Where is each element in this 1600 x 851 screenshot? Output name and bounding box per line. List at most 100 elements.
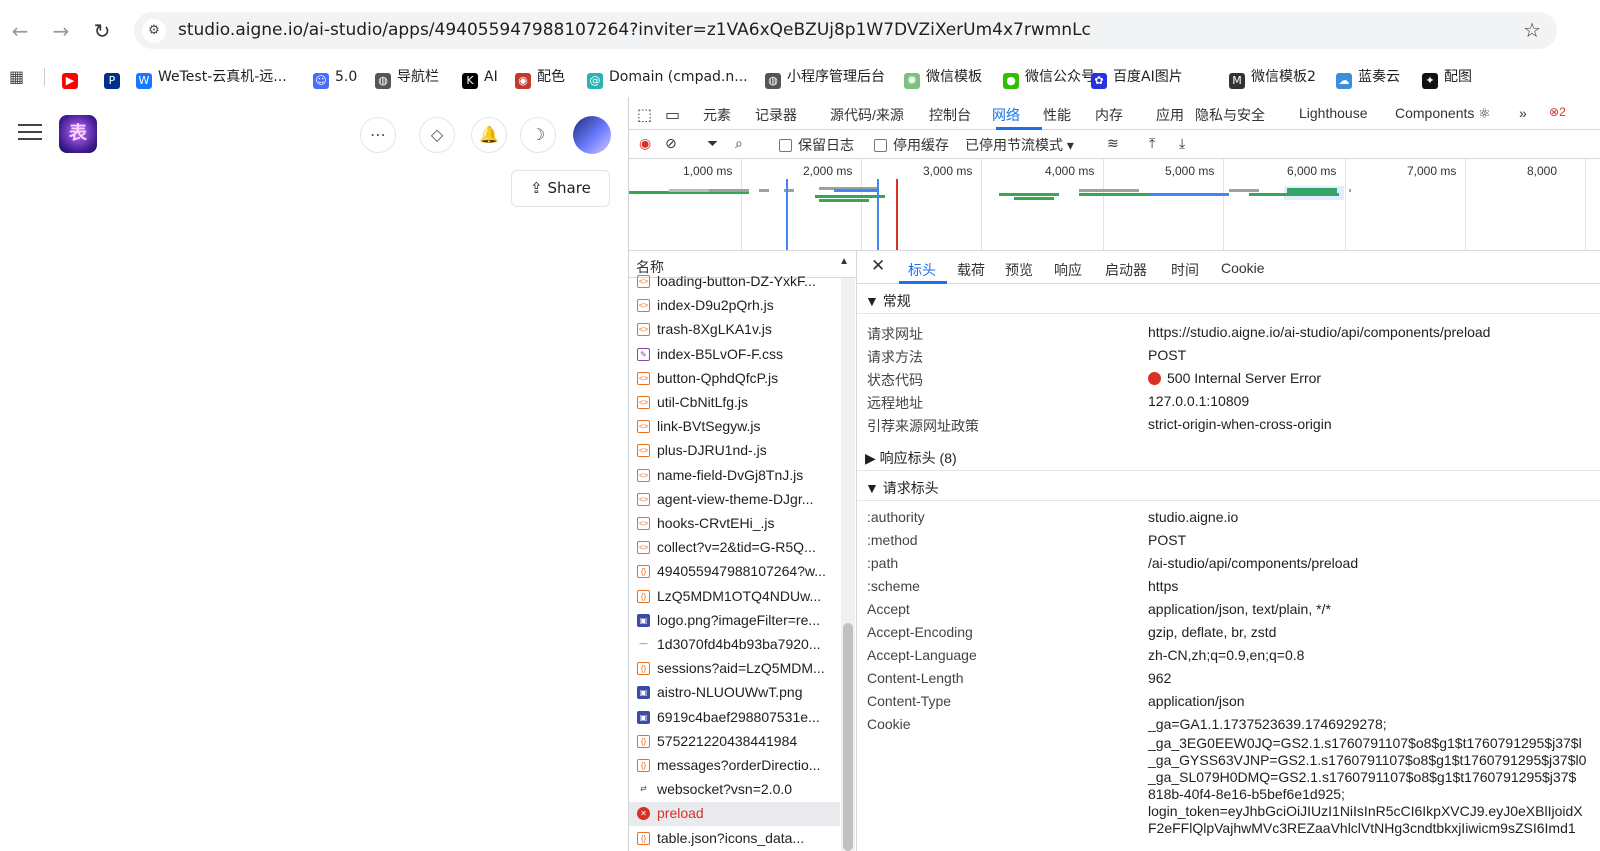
forward-arrow-icon[interactable]: → — [48, 18, 74, 44]
bookmark-item[interactable]: W WeTest-云真机-远... — [136, 66, 287, 89]
detail-tab[interactable]: 载荷 — [957, 260, 985, 280]
request-row[interactable]: {} 494055947988107264?w... — [629, 560, 840, 584]
more-tabs-icon[interactable]: » — [1519, 105, 1527, 121]
detail-tab[interactable]: 响应 — [1054, 260, 1082, 280]
app-logo[interactable]: 表 — [59, 115, 97, 153]
back-arrow-icon[interactable]: ← — [7, 18, 33, 44]
bookmark-item[interactable]: ✦ 配图 — [1422, 66, 1472, 89]
request-row[interactable]: <> link-BVtSegyw.js — [629, 415, 840, 439]
request-row[interactable]: ✕ preload — [629, 802, 840, 827]
header-value[interactable]: 962 — [1148, 670, 1171, 686]
inspect-icon[interactable]: ⬚ — [637, 105, 652, 125]
bookmark-item[interactable]: ◉ 配色 — [515, 66, 565, 89]
cookie-value-line[interactable]: _ga_GYSS63VJNP=GS2.1.s1760791107$o8$g1$t… — [1148, 752, 1586, 768]
devtools-tab[interactable]: 控制台 — [929, 105, 971, 125]
bookmark-item[interactable]: ✿ 百度AI图片 — [1091, 66, 1183, 89]
cookie-value-line[interactable]: F2eFFlQlpVajhwMVc3REZaaVhlclVtNHg3cndtbk… — [1148, 820, 1576, 836]
close-icon[interactable]: ✕ — [871, 256, 885, 276]
request-row[interactable]: ▣ 6919c4baef298807531e... — [629, 706, 840, 730]
bookmark-item[interactable]: ☺ 5.0 — [313, 66, 357, 89]
devtools-tab[interactable]: 源代码/来源 — [830, 105, 904, 125]
header-value[interactable]: gzip, deflate, br, zstd — [1148, 624, 1276, 640]
detail-tab[interactable]: Cookie — [1221, 260, 1265, 276]
devtools-tab[interactable]: 应用 — [1156, 105, 1184, 125]
cookie-value-line[interactable]: 818b-40f4-8e16-b5bef6e1d925; — [1148, 786, 1345, 802]
request-row[interactable]: <> hooks-CRvtEHi_.js — [629, 512, 840, 536]
request-row[interactable]: {} sessions?aid=LzQ5MDM... — [629, 657, 840, 681]
request-row[interactable]: ▣ logo.png?imageFilter=re... — [629, 609, 840, 633]
error-count-badge[interactable]: ⊗2 — [1549, 105, 1566, 119]
request-row[interactable]: <> util-CbNitLfg.js — [629, 391, 840, 415]
request-row[interactable]: {} 575221220438441984 — [629, 730, 840, 754]
preserve-log-checkbox[interactable]: 保留日志 — [779, 135, 854, 155]
device-toolbar-icon[interactable]: ▭ — [665, 105, 680, 125]
bookmark-item[interactable]: P — [104, 66, 126, 89]
export-icon[interactable]: ⤓ — [1179, 135, 1185, 152]
request-row[interactable]: <> plus-DJRU1nd-.js — [629, 439, 840, 463]
site-info-icon[interactable]: ⚙ — [142, 19, 166, 43]
header-value[interactable]: application/json, text/plain, */* — [1148, 601, 1331, 617]
bookmark-item[interactable]: K AI — [462, 66, 498, 89]
detail-tab[interactable]: 预览 — [1005, 260, 1033, 280]
header-value[interactable]: /ai-studio/api/components/preload — [1148, 555, 1358, 571]
detail-tab[interactable]: 标头 — [908, 260, 936, 280]
request-row[interactable]: — 1d3070fd4b4b93ba7920... — [629, 633, 840, 657]
network-conditions-icon[interactable]: ≋ — [1107, 135, 1119, 152]
bookmark-item[interactable]: ☁ 蓝奏云 — [1336, 66, 1400, 89]
request-row[interactable]: ▣ aistro-NLUOUWwT.png — [629, 681, 840, 705]
request-row[interactable]: <> name-field-DvGj8TnJ.js — [629, 464, 840, 488]
devtools-tab[interactable]: Lighthouse — [1299, 105, 1368, 121]
detail-tab[interactable]: 启动器 — [1105, 260, 1147, 280]
reload-icon[interactable]: ↻ — [89, 18, 115, 44]
cookie-value-line[interactable]: _ga_3EG0EEW0JQ=GS2.1.s1760791107$o8$g1$t… — [1148, 735, 1582, 751]
request-headers-section[interactable]: ▼ 请求标头 — [857, 471, 1600, 501]
bell-icon[interactable]: 🔔 — [471, 117, 507, 153]
devtools-tab[interactable]: 元素 — [703, 105, 731, 125]
cookie-value-line[interactable]: _ga_SL079H0DMQ=GS2.1.s1760791107$o8$g1$t… — [1148, 769, 1576, 785]
general-value[interactable]: POST — [1148, 347, 1186, 363]
throttle-select[interactable]: 已停用节流模式 ▾ — [965, 135, 1074, 155]
general-value[interactable]: strict-origin-when-cross-origin — [1148, 416, 1332, 432]
network-timeline[interactable]: 1,000 ms 2,000 ms 3,000 ms 4,000 ms 5,000 ms… — [629, 159, 1600, 251]
moon-icon[interactable]: ☽ — [520, 117, 556, 153]
request-row[interactable]: <> loading-button-DZ-YxkF... — [629, 270, 840, 294]
header-value[interactable]: POST — [1148, 532, 1186, 548]
bookmark-star-icon[interactable]: ☆ — [1523, 18, 1541, 42]
request-row[interactable]: <> collect?v=2&tid=G-R5Q... — [629, 536, 840, 560]
bookmark-item[interactable]: M 微信模板2 — [1229, 66, 1316, 89]
general-value[interactable]: https://studio.aigne.io/ai-studio/api/co… — [1148, 324, 1490, 340]
header-value[interactable]: _ga=GA1.1.1737523639.1746929278; — [1148, 716, 1387, 732]
request-row[interactable]: {} LzQ5MDM1OTQ4NDUw... — [629, 585, 840, 609]
bookmark-item[interactable]: ● 微信公众号 — [1003, 66, 1095, 89]
clear-icon[interactable]: ⊘ — [665, 135, 677, 152]
devtools-tab[interactable]: 性能 — [1043, 105, 1071, 125]
record-icon[interactable]: ◉ — [639, 135, 651, 152]
detail-tab[interactable]: 时间 — [1171, 260, 1199, 280]
bookmark-item[interactable]: ✺ 微信模板 — [904, 66, 982, 89]
request-row[interactable]: <> index-D9u2pQrh.js — [629, 294, 840, 318]
request-row[interactable]: ✎ index-B5LvOF-F.css — [629, 343, 840, 367]
response-headers-section[interactable]: ▶ 响应标头 (8) — [857, 441, 1600, 471]
import-icon[interactable]: ⤒ — [1149, 135, 1155, 152]
menu-icon[interactable] — [18, 124, 42, 142]
header-value[interactable]: application/json — [1148, 693, 1245, 709]
devtools-tab[interactable]: Components ⚛ — [1395, 105, 1491, 122]
url-text[interactable]: studio.aigne.io/ai-studio/apps/494055947… — [178, 20, 1091, 40]
request-row[interactable]: <> button-QphdQfcP.js — [629, 367, 840, 391]
bookmark-item[interactable]: ◍ 小程序管理后台 — [765, 66, 885, 89]
request-row[interactable]: ⇄ websocket?vsn=2.0.0 — [629, 778, 840, 802]
request-row[interactable]: {} messages?orderDirectio... — [629, 754, 840, 778]
devtools-tab[interactable]: 网络 — [992, 105, 1020, 125]
filter-icon[interactable]: ⏷ — [707, 135, 718, 152]
search-icon[interactable]: ⌕ — [735, 135, 743, 152]
request-row[interactable]: <> trash-8XgLKA1v.js — [629, 318, 840, 342]
more-icon[interactable]: ⋯ — [360, 117, 396, 153]
devtools-tab[interactable]: 内存 — [1095, 105, 1123, 125]
header-value[interactable]: zh-CN,zh;q=0.9,en;q=0.8 — [1148, 647, 1304, 663]
devtools-tab[interactable]: 记录器 — [755, 105, 797, 125]
bookmark-item[interactable]: ▶ — [62, 66, 84, 89]
header-value[interactable]: studio.aigne.io — [1148, 509, 1238, 525]
disable-cache-checkbox[interactable]: 停用缓存 — [874, 135, 949, 155]
address-bar[interactable]: ⚙ studio.aigne.io/ai-studio/apps/4940559… — [134, 12, 1557, 49]
header-value[interactable]: https — [1148, 578, 1178, 594]
